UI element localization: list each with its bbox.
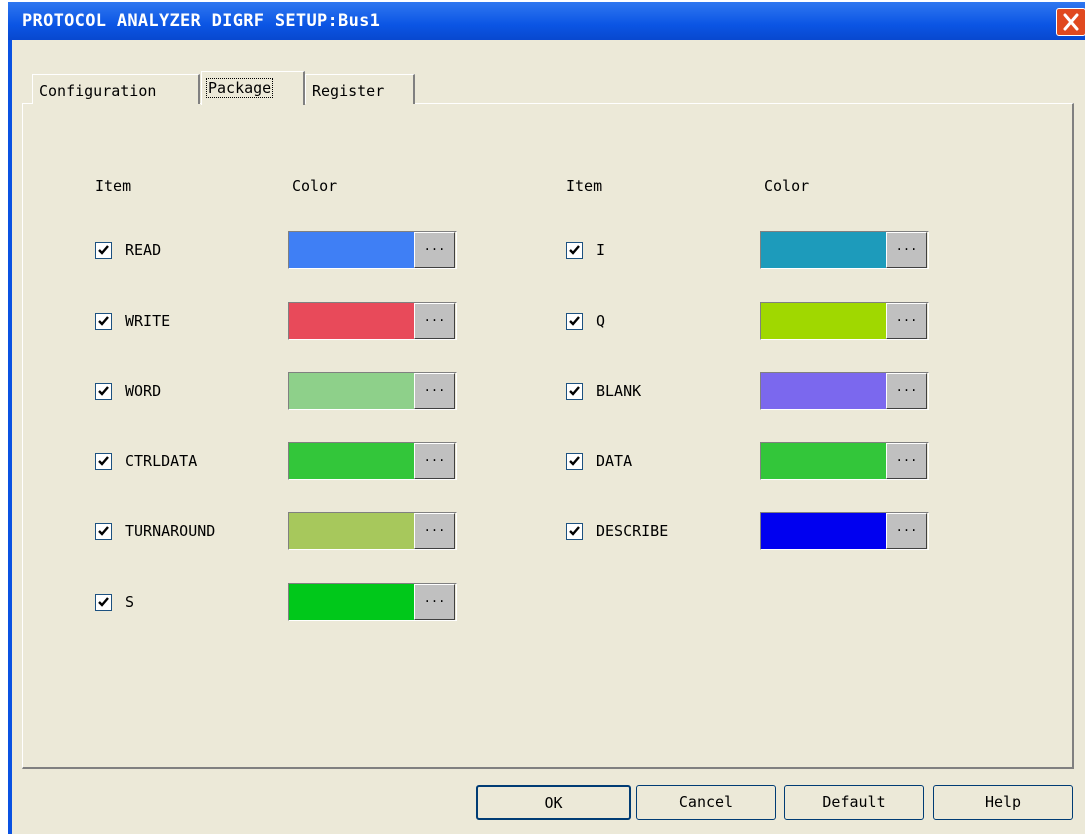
color-swatch-data[interactable] (761, 443, 886, 479)
checkbox-data[interactable] (566, 453, 583, 470)
item-label-i: I (596, 241, 606, 259)
item-row-data[interactable]: DATA (566, 449, 746, 473)
color-swatch-write[interactable] (289, 303, 414, 339)
color-picker-data: ... (760, 442, 929, 480)
color-picker-i: ... (760, 231, 929, 269)
checkmark-icon (98, 316, 109, 326)
item-row-turnaround[interactable]: TURNAROUND (95, 519, 275, 543)
tab-panel-package (22, 103, 1074, 769)
checkmark-icon (569, 316, 580, 326)
checkmark-icon (569, 526, 580, 536)
item-row-word[interactable]: WORD (95, 379, 275, 403)
checkbox-blank[interactable] (566, 383, 583, 400)
title-bar[interactable]: PROTOCOL ANALYZER DIGRF SETUP:Bus1 (8, 2, 1085, 40)
item-label-ctrldata: CTRLDATA (125, 452, 198, 470)
color-browse-button-read[interactable]: ... (414, 232, 455, 268)
checkbox-turnaround[interactable] (95, 523, 112, 540)
checkbox-q[interactable] (566, 313, 583, 330)
color-swatch-q[interactable] (761, 303, 886, 339)
color-column-header-right: Color (764, 177, 810, 195)
color-browse-button-ctrldata[interactable]: ... (414, 443, 455, 479)
color-browse-button-describe[interactable]: ... (886, 513, 927, 549)
color-swatch-turnaround[interactable] (289, 513, 414, 549)
checkmark-icon (98, 456, 109, 466)
tab-package[interactable]: Package (201, 71, 305, 105)
color-picker-word: ... (288, 372, 457, 410)
checkmark-icon (569, 245, 580, 255)
color-swatch-blank[interactable] (761, 373, 886, 409)
item-row-i[interactable]: I (566, 238, 746, 262)
color-picker-blank: ... (760, 372, 929, 410)
color-browse-button-q[interactable]: ... (886, 303, 927, 339)
checkmark-icon (569, 456, 580, 466)
checkbox-ctrldata[interactable] (95, 453, 112, 470)
item-row-s[interactable]: S (95, 590, 275, 614)
checkmark-icon (98, 597, 109, 607)
item-row-describe[interactable]: DESCRIBE (566, 519, 746, 543)
color-picker-turnaround: ... (288, 512, 457, 550)
tab-configuration-label: Configuration (39, 82, 157, 100)
item-column-header-left: Item (95, 177, 132, 195)
color-swatch-word[interactable] (289, 373, 414, 409)
item-column-header-right: Item (566, 177, 603, 195)
checkmark-icon (98, 526, 109, 536)
item-row-q[interactable]: Q (566, 309, 746, 333)
checkbox-read[interactable] (95, 242, 112, 259)
color-picker-describe: ... (760, 512, 929, 550)
item-label-q: Q (596, 312, 606, 330)
close-button[interactable] (1056, 8, 1085, 36)
item-label-blank: BLANK (596, 382, 642, 400)
color-browse-button-s[interactable]: ... (414, 584, 455, 620)
color-picker-s: ... (288, 583, 457, 621)
item-label-read: READ (125, 241, 162, 259)
checkbox-word[interactable] (95, 383, 112, 400)
tab-configuration[interactable]: Configuration (32, 74, 200, 104)
checkmark-icon (98, 245, 109, 255)
ok-button[interactable]: OK (476, 785, 631, 820)
checkmark-icon (569, 386, 580, 396)
color-swatch-describe[interactable] (761, 513, 886, 549)
color-picker-read: ... (288, 231, 457, 269)
item-label-turnaround: TURNAROUND (125, 522, 216, 540)
color-browse-button-i[interactable]: ... (886, 232, 927, 268)
color-browse-button-data[interactable]: ... (886, 443, 927, 479)
item-row-read[interactable]: READ (95, 238, 275, 262)
color-picker-q: ... (760, 302, 929, 340)
color-column-header-left: Color (292, 177, 338, 195)
item-row-write[interactable]: WRITE (95, 309, 275, 333)
item-label-s: S (125, 593, 135, 611)
default-button[interactable]: Default (784, 785, 924, 820)
tab-register[interactable]: Register (305, 74, 415, 104)
item-label-write: WRITE (125, 312, 171, 330)
color-swatch-s[interactable] (289, 584, 414, 620)
checkbox-describe[interactable] (566, 523, 583, 540)
color-browse-button-blank[interactable]: ... (886, 373, 927, 409)
color-swatch-read[interactable] (289, 232, 414, 268)
checkmark-icon (98, 386, 109, 396)
item-row-ctrldata[interactable]: CTRLDATA (95, 449, 275, 473)
cancel-button[interactable]: Cancel (636, 785, 776, 820)
window-title: PROTOCOL ANALYZER DIGRF SETUP:Bus1 (22, 11, 381, 31)
checkbox-write[interactable] (95, 313, 112, 330)
item-row-blank[interactable]: BLANK (566, 379, 746, 403)
color-browse-button-word[interactable]: ... (414, 373, 455, 409)
item-label-describe: DESCRIBE (596, 522, 669, 540)
close-icon (1063, 13, 1079, 31)
tab-register-label: Register (312, 82, 385, 100)
item-label-word: WORD (125, 382, 162, 400)
checkbox-i[interactable] (566, 242, 583, 259)
color-swatch-ctrldata[interactable] (289, 443, 414, 479)
color-picker-ctrldata: ... (288, 442, 457, 480)
color-picker-write: ... (288, 302, 457, 340)
color-browse-button-write[interactable]: ... (414, 303, 455, 339)
color-swatch-i[interactable] (761, 232, 886, 268)
tab-package-label: Package (206, 78, 274, 98)
item-label-data: DATA (596, 452, 633, 470)
help-button[interactable]: Help (933, 785, 1073, 820)
color-browse-button-turnaround[interactable]: ... (414, 513, 455, 549)
checkbox-s[interactable] (95, 594, 112, 611)
